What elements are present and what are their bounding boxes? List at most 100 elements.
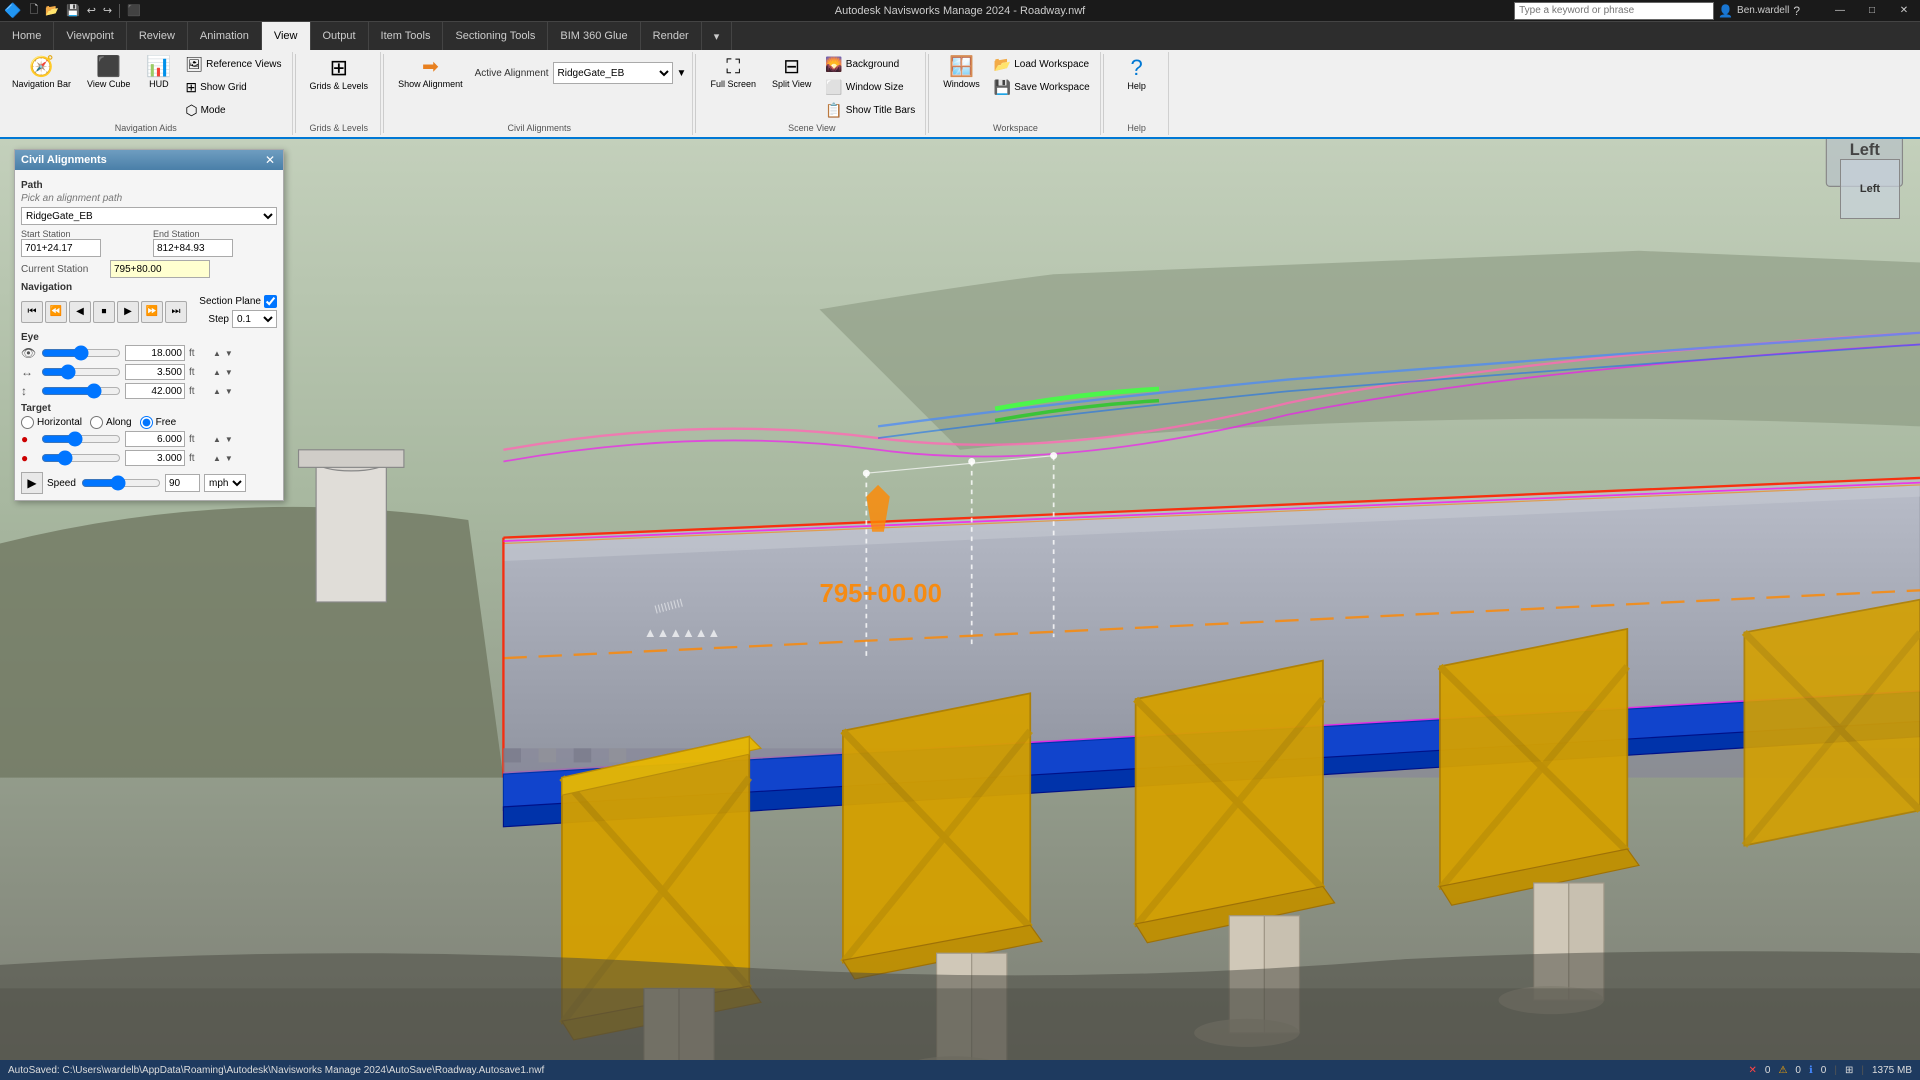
tab-output[interactable]: Output — [311, 22, 369, 50]
group-workspace: 🪟 Windows 📂 Load Workspace 💾 Save Worksp… — [931, 52, 1100, 135]
target-x-row: ● ft ▲ ▼ — [21, 431, 277, 447]
alignment-dropdown-icon: ▼ — [677, 68, 687, 79]
reference-views-btn[interactable]: 🖼 Reference Views — [181, 54, 285, 75]
eye-z-spin-up[interactable]: ▲ — [213, 387, 221, 396]
show-title-bars-btn[interactable]: 📋 Show Title Bars — [821, 100, 919, 121]
speed-value[interactable] — [165, 474, 200, 492]
window-size-btn[interactable]: ⬜ Window Size — [821, 77, 919, 98]
tab-home[interactable]: Home — [0, 22, 54, 50]
target-x-slider[interactable] — [41, 432, 121, 446]
open-btn[interactable]: 📂 — [42, 4, 62, 17]
nav-first-btn[interactable]: ⏮ — [21, 301, 43, 323]
path-hint: Pick an alignment path — [21, 193, 277, 204]
navigation-bar-btn[interactable]: 🧭 Navigation Bar — [6, 54, 77, 93]
eye-y-value[interactable] — [125, 364, 185, 380]
nav-prev-btn[interactable]: ◀ — [69, 301, 91, 323]
eye-z-spin-dn[interactable]: ▼ — [225, 387, 233, 396]
eye-z-unit: ft — [189, 386, 209, 397]
close-btn[interactable]: ✕ — [1888, 0, 1920, 22]
split-view-btn[interactable]: ⊟ Split View — [766, 54, 817, 93]
nav-prev-fast-btn[interactable]: ⏪ — [45, 301, 67, 323]
eye-x-value[interactable] — [125, 345, 185, 361]
target-horizontal-radio[interactable]: Horizontal — [21, 416, 82, 429]
hud-icon: 📊 — [146, 57, 171, 77]
nav-next-btn[interactable]: ▶ — [117, 301, 139, 323]
target-y-slider[interactable] — [41, 451, 121, 465]
load-workspace-btn[interactable]: 📂 Load Workspace — [990, 54, 1094, 75]
active-alignment-select[interactable]: RidgeGate_EB — [553, 62, 673, 84]
civil-alignments-items: ➡ Show Alignment Active Alignment RidgeG… — [392, 54, 686, 121]
target-y-spin-dn[interactable]: ▼ — [225, 454, 233, 463]
save-workspace-btn[interactable]: 💾 Save Workspace — [990, 77, 1094, 98]
show-alignment-btn[interactable]: ➡ Show Alignment — [392, 54, 469, 93]
section-plane-checkbox[interactable] — [264, 295, 277, 308]
start-station-input[interactable] — [21, 239, 101, 257]
tab-more[interactable]: ▾ — [702, 22, 733, 50]
nav-stop-btn[interactable]: ⏹ — [93, 301, 115, 323]
new-btn[interactable]: 🗋 — [26, 1, 41, 20]
eye-y-spin-dn[interactable]: ▼ — [225, 368, 233, 377]
status-right: ✕ 0 ⚠ 0 ℹ 0 | ⊞ | 1375 MB — [1749, 1065, 1913, 1076]
help-icon[interactable]: ? — [1793, 4, 1800, 18]
tab-review[interactable]: Review — [127, 22, 188, 50]
minimize-btn[interactable]: — — [1824, 0, 1856, 22]
step-select[interactable]: 0.1 1.0 — [232, 310, 277, 328]
nav-cube[interactable]: Left — [1840, 159, 1900, 219]
eye-x-spin-up[interactable]: ▲ — [213, 349, 221, 358]
eye-z-row: ↕ ft ▲ ▼ — [21, 383, 277, 399]
grids-levels-btn[interactable]: ⊞ Grids & Levels — [304, 54, 375, 95]
undo-btn[interactable]: ↩ — [84, 4, 99, 17]
civil-panel-close-btn[interactable]: ✕ — [263, 153, 277, 167]
speed-unit-select[interactable]: mph kph — [204, 474, 246, 492]
target-x-spin-dn[interactable]: ▼ — [225, 435, 233, 444]
eye-x-slider[interactable] — [41, 346, 121, 360]
speed-play-btn[interactable]: ▶ — [21, 472, 43, 494]
hud-btn[interactable]: 📊 HUD — [140, 54, 177, 93]
grids-levels-label: Grids & Levels — [310, 81, 369, 92]
civil-panel-header[interactable]: Civil Alignments ✕ — [15, 150, 283, 170]
nav-last-btn[interactable]: ⏭ — [165, 301, 187, 323]
end-station-input[interactable] — [153, 239, 233, 257]
ribbon: 🧭 Navigation Bar ⬛ View Cube 📊 HUD 🖼 Ref… — [0, 50, 1920, 139]
target-y-spin-up[interactable]: ▲ — [213, 454, 221, 463]
maximize-btn[interactable]: □ — [1856, 0, 1888, 22]
view-cube-btn[interactable]: ⬛ View Cube — [81, 54, 136, 93]
navigation-bar-label: Navigation Bar — [12, 79, 71, 90]
redo-btn[interactable]: ↪ — [100, 4, 115, 17]
full-screen-btn[interactable]: ⛶ Full Screen — [704, 54, 762, 93]
windows-btn[interactable]: 🪟 Windows — [937, 54, 986, 93]
tab-item-tools[interactable]: Item Tools — [369, 22, 444, 50]
target-x-value[interactable] — [125, 431, 185, 447]
target-along-radio[interactable]: Along — [90, 416, 132, 429]
eye-z-slider[interactable] — [41, 384, 121, 398]
current-station-input[interactable] — [110, 260, 210, 278]
viewport[interactable]: 795+00.00 ▲▲▲▲▲▲ IIIIIIIII Left Left Civ… — [0, 139, 1920, 1065]
help-btn[interactable]: ? Help — [1112, 54, 1162, 95]
eye-x-spin-dn[interactable]: ▼ — [225, 349, 233, 358]
eye-y-slider[interactable] — [41, 365, 121, 379]
tab-animation[interactable]: Animation — [188, 22, 262, 50]
show-title-bars-icon: 📋 — [825, 102, 842, 119]
eye-y-spin-up[interactable]: ▲ — [213, 368, 221, 377]
save-btn[interactable]: 💾 — [63, 4, 83, 17]
show-grid-btn[interactable]: ⊞ Show Grid — [181, 77, 285, 98]
nav-next-fast-btn[interactable]: ⏩ — [141, 301, 163, 323]
tab-view[interactable]: View — [262, 22, 311, 50]
extra-btn[interactable]: ⬛ — [124, 4, 144, 17]
tab-sectioning-tools[interactable]: Sectioning Tools — [443, 22, 548, 50]
path-select[interactable]: RidgeGate_EB — [21, 207, 277, 225]
target-x-icon: ● — [21, 432, 37, 446]
eye-z-value[interactable] — [125, 383, 185, 399]
mode-btn[interactable]: ⬡ Mode — [181, 100, 285, 121]
target-x-spin-up[interactable]: ▲ — [213, 435, 221, 444]
tab-bim360[interactable]: BIM 360 Glue — [548, 22, 640, 50]
tab-render[interactable]: Render — [641, 22, 702, 50]
speed-slider[interactable] — [81, 476, 161, 490]
target-free-radio[interactable]: Free — [140, 416, 177, 429]
tab-viewpoint[interactable]: Viewpoint — [54, 22, 127, 50]
eye-label: Eye — [21, 332, 277, 343]
background-btn[interactable]: 🌄 Background — [821, 54, 919, 75]
search-input[interactable] — [1514, 2, 1714, 20]
target-y-value[interactable] — [125, 450, 185, 466]
app-icon: 🔷 — [4, 2, 21, 19]
